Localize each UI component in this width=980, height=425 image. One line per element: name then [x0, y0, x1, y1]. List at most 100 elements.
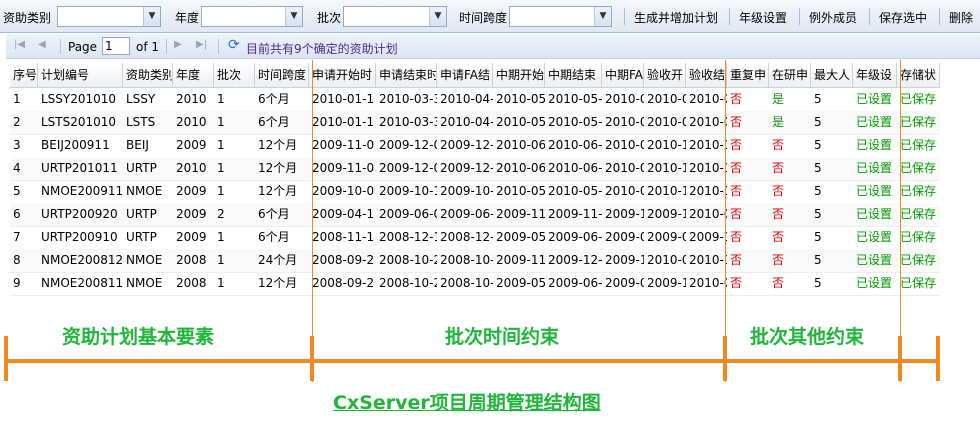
cell-accept-end: 2010-1: [689, 253, 727, 267]
cell-timespan: 6个月: [258, 92, 290, 106]
cell-save-status: 已保存: [900, 230, 937, 244]
cell-mid-fa: 2009-1: [605, 207, 644, 221]
cell-category: BEIJ: [126, 138, 149, 152]
cell-accept-start: 2010-0: [647, 115, 686, 129]
cell-batch: 1: [217, 230, 225, 244]
cell-accept-end: 2010-0: [689, 92, 727, 106]
column-header-category[interactable]: 资助类别: [123, 63, 173, 87]
column-header-mid-fa[interactable]: 中期FA: [602, 63, 644, 87]
year-select[interactable]: ▼: [201, 6, 303, 27]
cell-mid-end: 2010-06-: [548, 161, 602, 175]
grade-settings-button[interactable]: 年级设置: [739, 9, 787, 26]
column-header-repeat-apply[interactable]: 重复申: [727, 63, 769, 87]
column-header-apply-fa-end[interactable]: 申请FA结: [437, 63, 493, 87]
cell-mid-fa: 2009-1: [605, 253, 644, 267]
cell-repeat-apply: 否: [730, 138, 743, 152]
toolbar-divider: [729, 8, 730, 25]
cell-apply-start: 2008-09-2: [312, 276, 375, 290]
column-header-index[interactable]: 序号: [10, 63, 38, 87]
column-header-max-people[interactable]: 最大人: [811, 63, 853, 87]
table-row[interactable]: 3 BEIJ200911 BEIJ 2009 1 12个月 2009-11-0 2009-12…: [10, 134, 940, 158]
table-row[interactable]: 1 LSSY201010 LSSY 2010 1 6个月 2010-01-1 2010-03-…: [10, 88, 940, 112]
cell-max-people: 5: [814, 253, 822, 267]
chevron-down-icon[interactable]: ▼: [429, 7, 446, 26]
cell-accept-start: 2009-0: [647, 230, 686, 244]
cell-in-research: 是: [772, 92, 785, 106]
cell-mid-end: 2009-12-: [548, 253, 602, 267]
column-header-batch[interactable]: 批次: [214, 63, 255, 87]
table-row[interactable]: 9 NMOE200811 NMOE 2008 1 12个月 2008-09-2 2008-10…: [10, 272, 940, 296]
exception-members-button[interactable]: 例外成员: [809, 9, 857, 26]
column-header-plan-id[interactable]: 计划编号: [38, 63, 123, 87]
cell-accept-end: 2010-0: [689, 115, 727, 129]
table-row[interactable]: 6 URTP200920 URTP 2009 2 6个月 2009-04-1 2009-06-…: [10, 203, 940, 227]
cell-in-research: 否: [772, 161, 785, 175]
page-number-input[interactable]: 1: [102, 37, 130, 55]
cell-accept-start: 2009-1: [647, 276, 686, 290]
cell-apply-start: 2010-01-1: [312, 115, 375, 129]
batch-select[interactable]: ▼: [343, 6, 447, 27]
cell-apply-end: 2009-12-0: [379, 138, 437, 152]
cell-grade-setting: 已设置: [856, 207, 893, 221]
section-divider-line: [725, 60, 726, 382]
cell-max-people: 5: [814, 184, 822, 198]
column-header-grade-setting[interactable]: 年级设: [853, 63, 897, 87]
cell-timespan: 12个月: [258, 138, 298, 152]
cell-index: 8: [13, 253, 21, 267]
cell-save-status: 已保存: [900, 253, 937, 267]
column-header-apply-end[interactable]: 申请结束时: [376, 63, 437, 87]
cell-category: LSTS: [126, 115, 156, 129]
column-header-accept-end[interactable]: 验收结: [686, 63, 727, 87]
prev-page-icon[interactable]: ◀: [38, 39, 46, 50]
cell-apply-fa-end: 2008-10-: [440, 253, 493, 267]
chevron-down-icon[interactable]: ▼: [594, 7, 611, 26]
filter-label-timespan: 时间跨度: [459, 11, 508, 25]
save-selected-button[interactable]: 保存选中: [879, 9, 927, 26]
cell-accept-start: 2010-1: [647, 161, 686, 175]
cell-accept-end: 2010-1: [689, 184, 727, 198]
section-label-basic-elements: 资助计划基本要素: [62, 326, 215, 348]
cell-category: NMOE: [126, 184, 163, 198]
page-count-label: of 1: [136, 40, 160, 54]
next-page-icon[interactable]: ▶: [174, 39, 182, 50]
cell-save-status: 已保存: [900, 207, 937, 221]
delete-button[interactable]: 删除: [949, 9, 973, 26]
cell-save-status: 已保存: [900, 276, 937, 290]
cell-max-people: 5: [814, 276, 822, 290]
cell-category: LSSY: [126, 92, 156, 106]
chevron-down-icon[interactable]: ▼: [143, 7, 160, 26]
column-header-apply-start[interactable]: 申请开始时: [309, 63, 376, 87]
cell-grade-setting: 已设置: [856, 276, 893, 290]
timespan-select[interactable]: ▼: [509, 6, 612, 27]
cell-mid-fa: 2010-0: [605, 138, 644, 152]
table-row[interactable]: 2 LSTS201010 LSTS 2010 1 6个月 2010-01-1 2010-03-…: [10, 111, 940, 135]
column-header-year[interactable]: 年度: [173, 63, 214, 87]
section-label-batch-time: 批次时间约束: [445, 326, 560, 348]
chevron-down-icon[interactable]: ▼: [285, 7, 302, 26]
table-row[interactable]: 7 URTP200910 URTP 2009 1 6个月 2008-11-1 2008-12-…: [10, 226, 940, 250]
last-page-icon[interactable]: ▶|: [196, 39, 207, 50]
column-header-save-status[interactable]: 存储状: [897, 63, 940, 87]
first-page-icon[interactable]: |◀: [14, 39, 25, 50]
table-row[interactable]: 8 NMOE200812 NMOE 2008 1 24个月 2008-09-2 2008-10…: [10, 249, 940, 273]
refresh-icon[interactable]: ⟳: [228, 37, 240, 53]
timeline-tick: [4, 336, 8, 381]
table-row[interactable]: 5 NMOE200911 NMOE 2009 1 12个月 2009-10-0 2009-10…: [10, 180, 940, 204]
cell-index: 3: [13, 138, 21, 152]
column-header-accept-start[interactable]: 验收开: [644, 63, 686, 87]
generate-plan-button[interactable]: 生成并增加计划: [634, 9, 718, 26]
cell-mid-start: 2010-05: [496, 92, 545, 106]
cell-batch: 1: [217, 92, 225, 106]
cell-mid-fa: 2009-0: [605, 230, 644, 244]
cell-mid-start: 2010-05: [496, 115, 545, 129]
column-header-mid-end[interactable]: 中期结束: [545, 63, 602, 87]
table-row[interactable]: 4 URTP201011 URTP 2010 1 12个月 2009-11-0 2009-12…: [10, 157, 940, 181]
section-divider-line: [900, 60, 901, 382]
column-header-mid-start[interactable]: 中期开始: [493, 63, 545, 87]
category-select[interactable]: ▼: [57, 6, 161, 27]
cell-batch: 2: [217, 207, 225, 221]
cell-year: 2010: [176, 92, 207, 106]
column-header-in-research[interactable]: 在研申: [769, 63, 811, 87]
section-label-batch-other: 批次其他约束: [750, 326, 865, 348]
column-header-timespan[interactable]: 时间跨度: [255, 63, 309, 87]
